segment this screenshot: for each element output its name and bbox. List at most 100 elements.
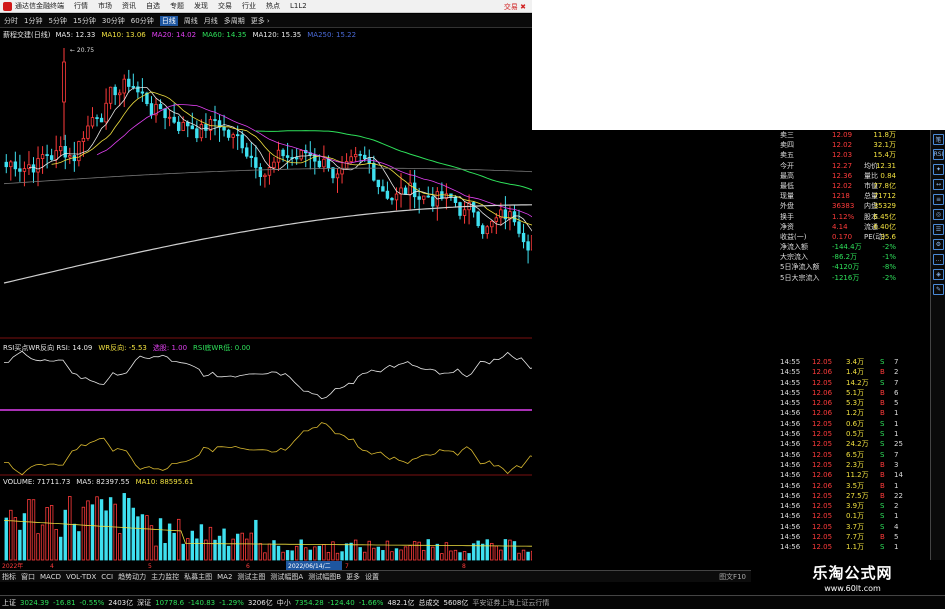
- tick-time: 14:56: [780, 440, 801, 449]
- tick-volume: 14.2万: [846, 378, 869, 387]
- tick-side: S: [880, 430, 885, 439]
- side-tool-icon[interactable]: ✦: [933, 164, 944, 175]
- tick-side: B: [880, 460, 885, 469]
- side-tool-icon[interactable]: ↔: [933, 179, 944, 190]
- quote-value: 12.09: [832, 131, 853, 139]
- tick-volume: 5.1万: [846, 388, 865, 397]
- indicator-tab[interactable]: 设置: [365, 572, 379, 582]
- tick-time: 14:56: [780, 450, 801, 459]
- quote-label: 5日净流入额: [780, 263, 820, 272]
- side-tool-icon[interactable]: ≡: [933, 194, 944, 205]
- indicator-tab[interactable]: 趋势动力: [118, 572, 146, 582]
- tick-row: 14:56 12.05 1.1万 S 1: [780, 542, 908, 552]
- top-menu-item[interactable]: 行业: [242, 2, 256, 10]
- indicator-tab[interactable]: 测试幅图B: [308, 572, 341, 582]
- indicator-tab[interactable]: 主力监控: [151, 572, 179, 582]
- status-item: 总成交: [418, 598, 440, 607]
- side-tool-icon[interactable]: ◎: [933, 209, 944, 220]
- side-tool-icon[interactable]: RSI: [933, 149, 944, 160]
- indicator-tab[interactable]: 更多: [346, 572, 360, 582]
- tick-volume: 2.3万: [846, 460, 865, 469]
- indicator-tab[interactable]: 窗口: [21, 572, 35, 582]
- period-tab[interactable]: 5分钟: [48, 16, 66, 26]
- tick-side: S: [880, 419, 885, 428]
- legend-item: VOLUME: 71711.73: [3, 478, 71, 486]
- ma120-line: [3, 204, 532, 284]
- quote-value: -144.4万: [832, 243, 862, 252]
- top-menu-item[interactable]: 资讯: [122, 2, 136, 10]
- close-trade-button[interactable]: 交易 ✖: [504, 2, 526, 12]
- tick-volume: 24.2万: [846, 440, 869, 449]
- tick-time: 14:55: [780, 368, 801, 377]
- period-tab[interactable]: 30分钟: [102, 16, 125, 26]
- quote-row: 今开 12.27 均价 12.31: [780, 161, 900, 171]
- period-tab[interactable]: 日线: [159, 15, 178, 26]
- tick-count: 2: [894, 368, 899, 377]
- indicator-tab[interactable]: 私募主图: [184, 572, 212, 582]
- side-tool-icon[interactable]: ◈: [933, 269, 944, 280]
- tick-price: 12.06: [812, 471, 833, 480]
- quote-row: 净流入额 -144.4万 -2%: [780, 242, 900, 252]
- indicator-tab[interactable]: 指标: [2, 572, 16, 582]
- quote-value2: 71712: [873, 192, 896, 201]
- quote-value2: 12.31: [875, 161, 896, 170]
- quote-label: 净流入额: [780, 243, 808, 252]
- tick-time: 14:56: [780, 460, 801, 469]
- period-tab[interactable]: 多周期: [224, 16, 245, 26]
- legend-item: MA5: 82397.55: [76, 478, 130, 486]
- quote-value: 12.36: [832, 171, 853, 180]
- indicator-tab[interactable]: VOL-TDX: [66, 573, 96, 581]
- period-tab[interactable]: 更多 ›: [251, 16, 270, 26]
- period-tab[interactable]: 周线: [184, 16, 198, 26]
- tick-count: 7: [894, 378, 899, 387]
- indicator-tab[interactable]: CCI: [101, 573, 113, 581]
- top-menu-item[interactable]: 市场: [98, 2, 112, 10]
- side-tool-icon[interactable]: ☰: [933, 224, 944, 235]
- right-toolbar: 笔 RSI ✦ ↔ ≡ ◎ ☰ ⚙ … ◈ ✎: [930, 130, 945, 570]
- quote-value2: -8%: [882, 263, 896, 272]
- legend-item: MA250: 15.22: [307, 31, 357, 39]
- quote-value2: 77.8亿: [873, 181, 896, 190]
- tick-side: S: [880, 502, 885, 511]
- top-menu-item[interactable]: 发现: [194, 2, 208, 10]
- top-menu-item[interactable]: 交易: [218, 2, 232, 10]
- date-month: 7: [345, 563, 349, 570]
- indicator-tab[interactable]: 测试幅图A: [270, 572, 303, 582]
- side-tool-icon[interactable]: ⚙: [933, 239, 944, 250]
- date-year: 2022年: [2, 562, 23, 570]
- top-menu-item[interactable]: 专题: [170, 2, 184, 10]
- period-tab[interactable]: 60分钟: [131, 16, 154, 26]
- legend-item: MA10: 13.06: [101, 31, 146, 39]
- period-tab[interactable]: 1分钟: [24, 16, 42, 26]
- tick-time: 14:56: [780, 481, 801, 490]
- period-tab[interactable]: 15分钟: [73, 16, 96, 26]
- tick-list[interactable]: 14:55 12.05 3.4万 S 7 14:55 12.06 1.4万 B 2 14:55 12.…: [780, 357, 908, 553]
- top-menu-item[interactable]: 行情: [74, 2, 88, 10]
- side-tool-icon[interactable]: ✎: [933, 284, 944, 295]
- quote-label: 净资: [780, 222, 794, 231]
- tick-count: 25: [894, 440, 903, 449]
- quote-label2: 量比: [864, 171, 878, 180]
- date-month: 4: [50, 563, 54, 570]
- period-tab[interactable]: 分时: [4, 16, 18, 26]
- tick-side: B: [880, 471, 885, 480]
- tick-row: 14:56 12.06 1.2万 B 1: [780, 408, 908, 418]
- tick-price: 12.05: [812, 419, 833, 428]
- quote-label: 最低: [780, 181, 794, 190]
- quote-value2: -2%: [882, 243, 896, 252]
- legend-item: MA10: 88595.61: [135, 478, 194, 486]
- tick-row: 14:56 12.05 7.7万 B 5: [780, 532, 908, 542]
- top-menu-item[interactable]: 热点: [266, 2, 280, 10]
- indicator-tab[interactable]: MA2: [217, 573, 232, 581]
- quote-value2: -2%: [882, 273, 896, 282]
- kline-chart[interactable]: ← 20.7511.83 →17.5017.0016.5016.0015.501…: [0, 0, 532, 609]
- top-menu-item[interactable]: L1L2: [290, 2, 307, 10]
- period-tab[interactable]: 月线: [204, 16, 218, 26]
- date-month: 8: [462, 563, 466, 570]
- indicator-tab[interactable]: MACD: [40, 573, 61, 581]
- quote-value: 4.14: [832, 222, 848, 231]
- side-tool-icon[interactable]: 笔: [933, 134, 944, 145]
- side-tool-icon[interactable]: …: [933, 254, 944, 265]
- indicator-tab[interactable]: 测试主图: [237, 572, 265, 582]
- top-menu-item[interactable]: 自选: [146, 2, 160, 10]
